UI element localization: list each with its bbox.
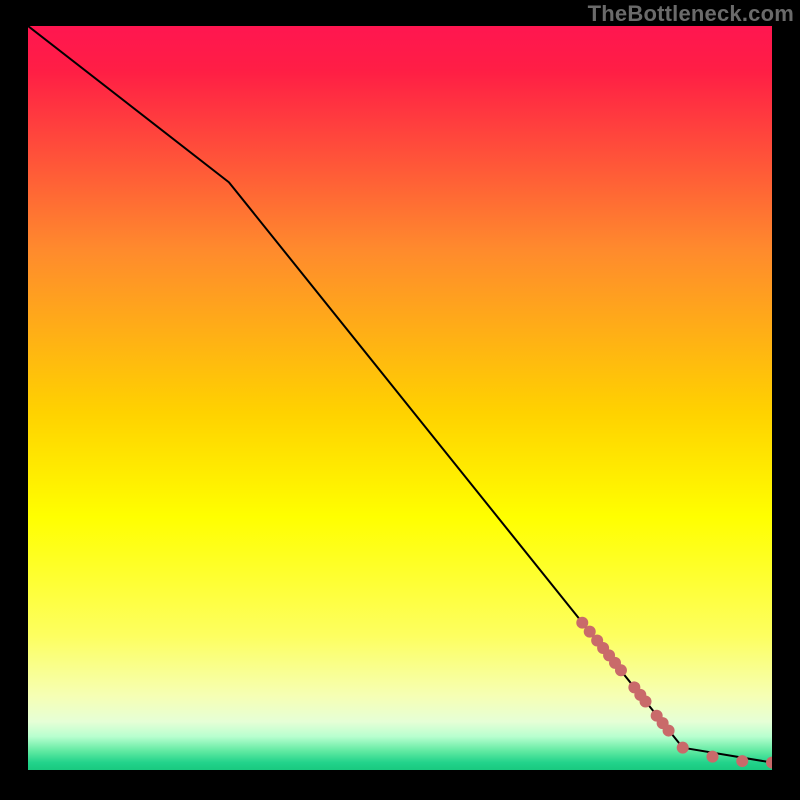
- marker-dot: [736, 755, 748, 767]
- marker-dot: [640, 696, 652, 708]
- marker-dot: [677, 742, 689, 754]
- chart-svg: [28, 26, 772, 770]
- gradient-background: [28, 26, 772, 770]
- watermark: TheBottleneck.com: [588, 1, 794, 27]
- plot-area: [28, 26, 772, 770]
- chart-frame: TheBottleneck.com: [0, 0, 800, 800]
- marker-dot: [706, 751, 718, 763]
- marker-dot: [663, 725, 675, 737]
- marker-dot: [615, 664, 627, 676]
